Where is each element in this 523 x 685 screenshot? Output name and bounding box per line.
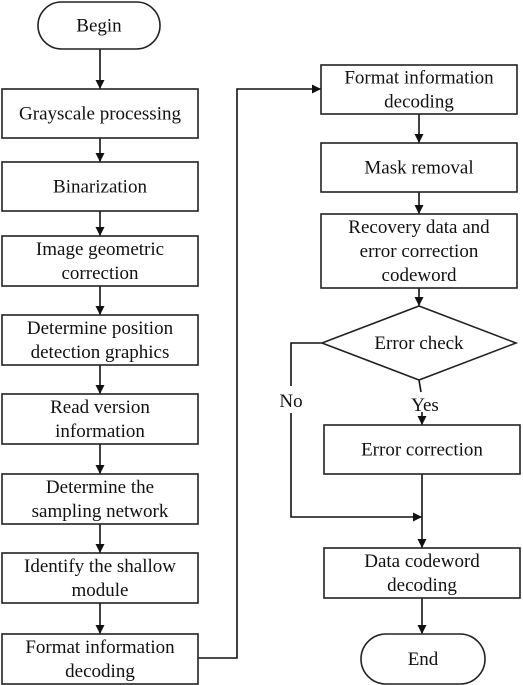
edge-label-no: No [279, 391, 302, 412]
node-end: End [360, 633, 486, 685]
node-label: detection graphics [31, 342, 170, 363]
line-check-no-upper [290, 342, 322, 386]
node-label: decoding [387, 575, 457, 596]
node-label: decoding [65, 661, 135, 682]
node-label: Read version [50, 397, 150, 418]
node-label: Format information [344, 68, 494, 89]
node-label: information [55, 421, 145, 442]
node-label: Error correction [361, 440, 483, 461]
node-label: Format information [25, 637, 175, 658]
nodes-layer: Begin Grayscale processing Binarization Ima… [1, 1, 521, 685]
node-label: decoding [384, 92, 454, 113]
node-label: Grayscale processing [19, 104, 181, 125]
node-begin: Begin [37, 1, 161, 50]
node-mask: Mask removal [320, 142, 518, 193]
node-label: End [408, 649, 439, 670]
node-label: Image geometric [36, 239, 164, 260]
line-check-yes-upper [418, 379, 422, 393]
node-label: codeword [382, 265, 457, 286]
node-label: Identify the shallow [24, 556, 176, 577]
node-label: Binarization [53, 177, 147, 198]
node-label: Determine position [27, 318, 174, 339]
node-binarization: Binarization [1, 161, 199, 212]
node-label: Begin [76, 16, 122, 37]
node-label: correction [61, 263, 139, 284]
node-format-right: Format information decoding [320, 64, 518, 115]
node-label: module [72, 580, 129, 601]
arrow-format-left-to-right [198, 84, 321, 659]
node-label: error correction [360, 241, 479, 262]
node-grayscale: Grayscale processing [1, 88, 199, 139]
node-shallow: Identify the shallow module [1, 552, 199, 604]
node-sampling: Determine the sampling network [1, 473, 199, 525]
node-recovery: Recovery data and error correction codewor… [320, 213, 518, 289]
node-label: Mask removal [364, 158, 473, 179]
node-label: Determine the [46, 477, 154, 498]
node-geometric: Image geometric correction [1, 235, 199, 287]
flowchart: Begin Grayscale processing Binarization Ima… [1, 1, 521, 685]
node-datadecode: Data codeword decoding [323, 547, 521, 599]
node-label: sampling network [32, 501, 169, 522]
node-label: Recovery data and [348, 217, 490, 238]
node-correction: Error correction [323, 424, 521, 475]
node-format-left: Format information decoding [1, 633, 199, 685]
node-label: Error check [374, 333, 464, 354]
node-check: Error check [319, 305, 519, 381]
node-version: Read version information [1, 393, 199, 445]
node-position: Determine position detection graphics [1, 314, 199, 366]
edge-labels-layer: Yes No [279, 391, 438, 416]
node-label: Data codeword [364, 551, 480, 572]
edge-label-yes: Yes [411, 395, 439, 416]
